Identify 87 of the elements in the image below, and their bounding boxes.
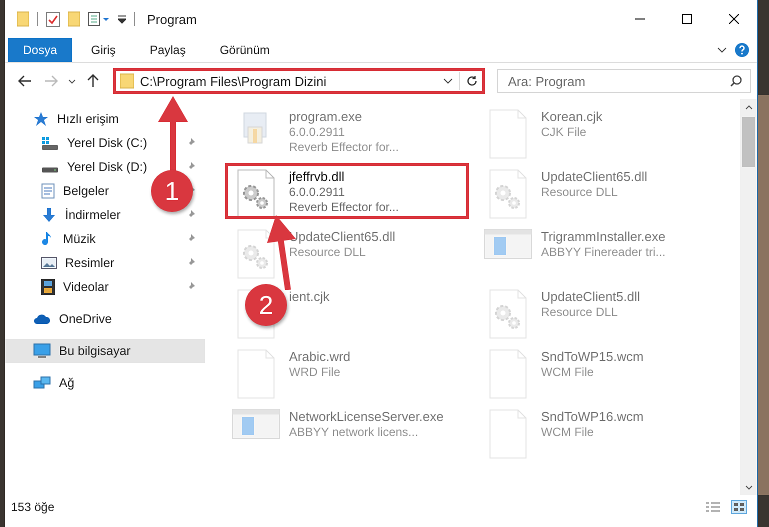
download-arrow-icon xyxy=(41,207,57,223)
ribbon-tab[interactable]: Paylaş xyxy=(134,38,201,62)
up-arrow-icon xyxy=(87,74,99,88)
file-name[interactable]: SndToWP15.wcm xyxy=(541,349,644,364)
address-bar[interactable]: C:\Program Files\Program Dizini xyxy=(113,68,485,94)
file-detail: WCM File xyxy=(541,365,595,379)
file-detail: ABBYY Finereader tri... xyxy=(541,245,666,259)
blank-file-icon xyxy=(488,349,528,399)
sidebar-item[interactable]: Resimler xyxy=(41,256,114,270)
customize-arrow-icon[interactable] xyxy=(118,14,126,24)
file-detail: Reverb Effector for... xyxy=(289,140,399,154)
sidebar-item[interactable]: Yerel Disk (D:) xyxy=(41,160,148,174)
file-detail: CJK File xyxy=(541,125,588,139)
file-detail: WRD File xyxy=(289,365,342,379)
network-icon xyxy=(33,375,51,391)
ribbon-tab[interactable]: Dosya xyxy=(8,38,72,62)
gear-file-icon xyxy=(236,169,276,219)
file-name[interactable]: NetworkLicenseServer.exe xyxy=(289,409,444,424)
document-icon xyxy=(41,183,55,199)
file-detail: Resource DLL xyxy=(289,245,367,259)
forward-arrow-icon xyxy=(44,75,58,87)
view-dropdown-icon[interactable] xyxy=(88,12,110,26)
file-name[interactable]: jfeffrvb.dll xyxy=(289,169,399,184)
step-badge: 2 xyxy=(245,284,287,326)
sidebar-item[interactable]: OneDrive xyxy=(33,312,112,326)
file-detail: Resource DLL xyxy=(541,185,619,199)
item-count: 153 öğe xyxy=(11,500,56,514)
file-name[interactable]: UpdateClient5.dll xyxy=(541,289,640,304)
file-name[interactable]: UpdateClient65.dll xyxy=(541,169,648,184)
file-detail: Reverb Effector for... xyxy=(289,200,399,214)
file-detail: WCM File xyxy=(541,425,595,439)
file-name[interactable]: Korean.cjk xyxy=(541,109,602,124)
ribbon-tab[interactable]: Görünüm xyxy=(204,38,285,62)
application-window-icon xyxy=(232,409,280,439)
file-detail: 6.0.0.2911 xyxy=(289,125,346,139)
gear-file-icon xyxy=(236,229,276,279)
large-icons-view-icon[interactable] xyxy=(731,500,747,514)
star-icon xyxy=(33,111,49,127)
details-view-icon[interactable] xyxy=(705,501,721,513)
maximize-icon xyxy=(682,14,692,24)
file-name[interactable]: ient.cjk xyxy=(289,289,330,304)
help-icon[interactable] xyxy=(735,43,749,57)
blank-file-icon xyxy=(236,349,276,399)
scroll-thumb[interactable] xyxy=(742,117,755,167)
sidebar-item[interactable]: Hızlı erişim xyxy=(33,111,119,127)
sidebar-item[interactable]: Bu bilgisayar xyxy=(5,339,205,363)
file-detail: ABBYY network licens... xyxy=(289,425,420,439)
sidebar-item[interactable]: Videolar xyxy=(41,279,109,295)
drive-icon xyxy=(41,136,59,150)
ribbon-tab[interactable]: Giriş xyxy=(76,38,131,62)
gear-file-icon xyxy=(488,289,528,339)
close-icon xyxy=(728,14,738,24)
folder-icon xyxy=(120,73,134,89)
sidebar-item[interactable]: Yerel Disk (C:) xyxy=(41,136,148,150)
search-icon xyxy=(730,75,742,87)
scroll-down-icon[interactable] xyxy=(744,484,752,490)
picture-icon xyxy=(41,256,57,270)
file-name[interactable]: program.exe xyxy=(289,109,399,124)
chevron-down-icon xyxy=(68,78,76,84)
scroll-up-icon[interactable] xyxy=(744,104,752,110)
file-name[interactable]: Arabic.wrd xyxy=(289,349,350,364)
sidebar-item[interactable]: Belgeler xyxy=(41,183,109,199)
monitor-icon xyxy=(33,343,51,359)
sidebar-item[interactable]: Müzik xyxy=(41,231,96,247)
gear-file-icon xyxy=(488,169,528,219)
search-field[interactable]: Ara: Program xyxy=(497,69,751,93)
film-icon xyxy=(41,279,55,295)
sidebar-item[interactable]: İndirmeler xyxy=(41,207,121,223)
cloud-icon xyxy=(33,313,51,325)
file-name[interactable]: TrigrammInstaller.exe xyxy=(541,229,666,244)
file-detail: 6.0.0.2911 xyxy=(289,185,346,199)
file-detail: Resource DLL xyxy=(541,305,619,319)
application-window-icon xyxy=(484,229,532,259)
back-arrow-icon xyxy=(18,75,32,87)
blank-file-icon xyxy=(488,409,528,459)
refresh-icon[interactable] xyxy=(466,75,478,87)
dropdown-icon[interactable] xyxy=(443,78,453,84)
file-name[interactable]: SndToWP16.wcm xyxy=(541,409,644,424)
window-title: Program xyxy=(147,12,198,26)
blank-file-icon xyxy=(488,109,528,159)
sidebar-item[interactable]: Ağ xyxy=(33,375,74,391)
properties-icon[interactable] xyxy=(46,11,60,27)
step-badge: 1 xyxy=(151,170,193,212)
scrollbar[interactable] xyxy=(740,99,757,495)
drive-icon xyxy=(41,167,59,173)
search-input[interactable]: Ara: Program xyxy=(506,72,730,90)
expand-ribbon-icon[interactable] xyxy=(717,47,727,53)
